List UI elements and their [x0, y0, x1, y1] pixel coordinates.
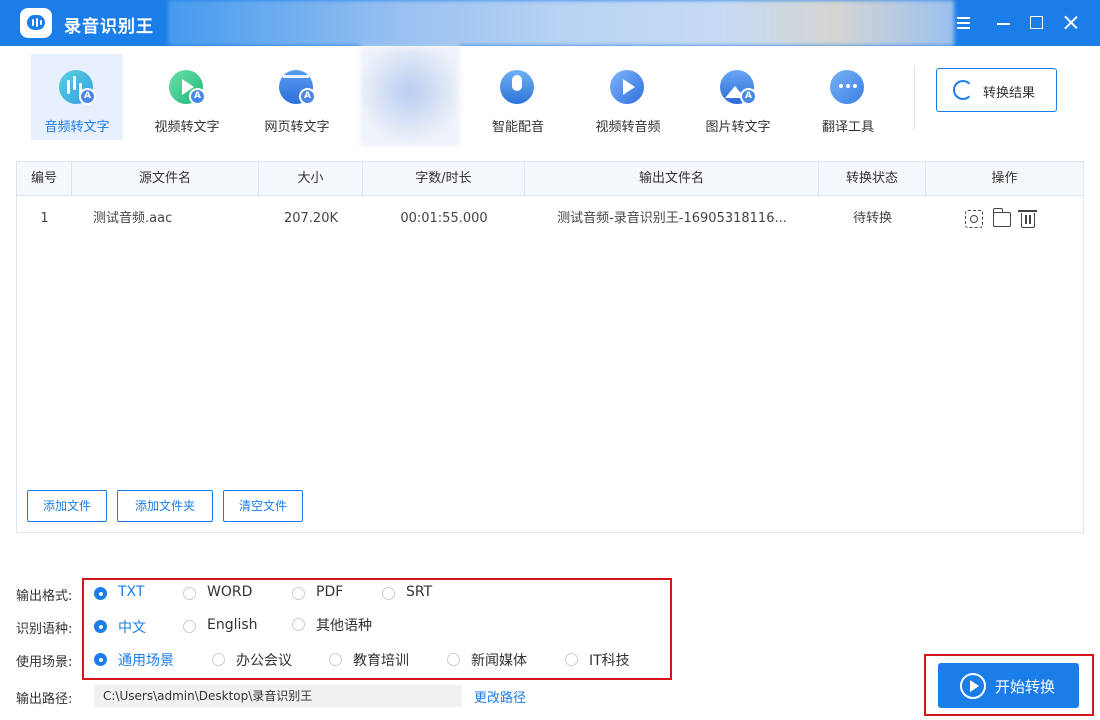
- col-output: 输出文件名: [525, 162, 819, 196]
- usage-scene-label: 使用场景:: [16, 655, 73, 670]
- clear-files-button[interactable]: 清空文件: [223, 490, 303, 522]
- tool-label: 智能配音: [491, 120, 544, 135]
- col-status: 转换状态: [819, 162, 926, 196]
- app-title: 录音识别王: [64, 17, 154, 37]
- cell-duration: 00:01:55.000: [400, 211, 488, 226]
- cell-output: 测试音频-录音识别王-16905318116...: [557, 211, 787, 226]
- cell-size: 207.20K: [283, 211, 338, 226]
- col-size: 大小: [259, 162, 363, 196]
- folder-icon[interactable]: [992, 208, 1011, 227]
- badge-a-icon: A: [189, 88, 206, 105]
- tool-label: 视频转音频: [595, 120, 661, 135]
- conversion-result-label: 转换结果: [983, 86, 1036, 101]
- tool-smart-dubbing[interactable]: 智能配音: [472, 54, 564, 140]
- col-actions: 操作: [991, 171, 1018, 186]
- play-icon: [960, 673, 986, 699]
- title-blurred-region: [168, 0, 954, 46]
- tool-video-to-audio[interactable]: 视频转音频: [582, 54, 674, 140]
- col-duration: 字数/时长: [363, 162, 525, 196]
- conversion-result-button[interactable]: 转换结果: [936, 68, 1057, 112]
- row-actions: [965, 208, 1045, 230]
- delete-icon[interactable]: [1018, 210, 1037, 228]
- add-folder-button[interactable]: 添加文件夹: [117, 490, 213, 522]
- tool-web-to-text[interactable]: A 网页转文字: [251, 54, 343, 140]
- tool-label: 网页转文字: [264, 120, 330, 135]
- menu-icon[interactable]: [954, 13, 974, 33]
- close-icon[interactable]: [1061, 13, 1081, 33]
- badge-a-icon: A: [79, 88, 96, 105]
- table-row[interactable]: 1 测试音频.aac 207.20K 00:01:55.000 测试音频-录音识…: [17, 197, 1083, 241]
- output-path-field[interactable]: C:\Users\admin\Desktop\录音识别王: [94, 685, 462, 707]
- add-file-button[interactable]: 添加文件: [27, 490, 107, 522]
- video-to-audio-icon: [610, 70, 644, 104]
- tool-translate[interactable]: 翻译工具: [802, 54, 894, 140]
- tool-label: 视频转文字: [154, 120, 220, 135]
- title-bar: 录音识别王: [0, 0, 1100, 46]
- tool-video-to-text[interactable]: A 视频转文字: [141, 54, 233, 140]
- recognition-language-label: 识别语种:: [16, 622, 73, 637]
- col-source: 源文件名: [72, 162, 259, 196]
- toolbar-divider: [914, 66, 915, 130]
- cell-source: 测试音频.aac: [93, 211, 173, 226]
- app-logo-icon: [20, 8, 52, 38]
- translate-tool-icon: [830, 70, 864, 104]
- badge-a-icon: A: [299, 88, 316, 105]
- cell-status: 待转换: [852, 211, 892, 226]
- maximize-icon[interactable]: [1027, 13, 1047, 33]
- toolbar: A 音频转文字 A 视频转文字 A 网页转文字 智能配音 视频转音频 A 图片转…: [0, 46, 1100, 146]
- toolbar-blurred-region: [360, 46, 460, 146]
- cell-index: 1: [40, 211, 49, 226]
- tool-image-to-text[interactable]: A 图片转文字: [692, 54, 784, 140]
- tool-label: 图片转文字: [705, 120, 771, 135]
- change-path-link[interactable]: 更改路径: [474, 687, 526, 706]
- output-format-label: 输出格式:: [16, 589, 73, 604]
- smart-dubbing-icon: [500, 70, 534, 104]
- col-index: 编号: [17, 162, 72, 196]
- tool-label: 音频转文字: [44, 120, 110, 135]
- preview-icon[interactable]: [965, 210, 983, 228]
- minimize-icon[interactable]: [994, 13, 1014, 33]
- start-conversion-label: 开始转换: [995, 678, 1056, 696]
- output-path-label: 输出路径:: [16, 692, 73, 707]
- tool-label: 翻译工具: [821, 120, 874, 135]
- start-conversion-button[interactable]: 开始转换: [938, 663, 1079, 708]
- badge-a-icon: A: [740, 88, 757, 105]
- file-list-panel: 编号 源文件名 大小 字数/时长 输出文件名 转换状态 操作 1 测试音频.aa…: [16, 161, 1084, 533]
- table-header: 编号 源文件名 大小 字数/时长 输出文件名 转换状态 操作: [17, 162, 1083, 196]
- refresh-icon: [953, 80, 973, 100]
- tool-audio-to-text[interactable]: A 音频转文字: [31, 54, 123, 140]
